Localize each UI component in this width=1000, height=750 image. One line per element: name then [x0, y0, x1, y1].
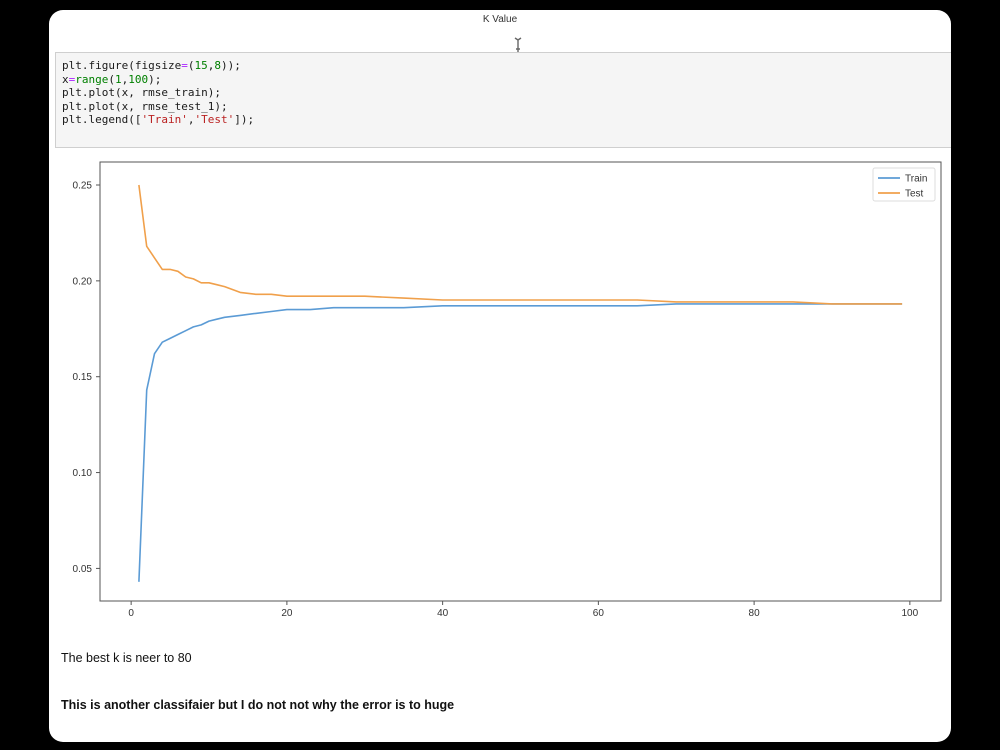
code-line: plt.figure(figsize=(15,8));: [62, 59, 241, 72]
legend-label-train: Train: [905, 174, 927, 185]
x-tick-label: 80: [749, 608, 761, 619]
k-value-label: K Value: [482, 14, 518, 25]
notebook-window: K Value plt.figure(figsize=(15,8)); x=ra…: [49, 10, 951, 742]
y-tick-label: 0.20: [73, 276, 93, 287]
x-tick-label: 20: [281, 608, 293, 619]
code-line: plt.plot(x, rmse_train);: [62, 86, 221, 100]
code-editor[interactable]: plt.figure(figsize=(15,8)); x=range(1,10…: [56, 53, 951, 127]
code-cell[interactable]: plt.figure(figsize=(15,8)); x=range(1,10…: [55, 52, 951, 148]
x-tick-label: 100: [902, 608, 919, 619]
code-line: x=range(1,100);: [62, 72, 162, 86]
x-tick-label: 60: [593, 608, 605, 619]
legend-label-test: Test: [905, 189, 924, 200]
x-tick-label: 40: [437, 608, 449, 619]
rmse-line-chart: 0 20 40 60 80 100 0.05 0.10 0.15 0.20 0.25 Train Tes…: [73, 161, 942, 619]
y-tick-label: 0.25: [73, 181, 93, 192]
y-tick-label: 0.10: [73, 468, 93, 479]
plot-area: [99, 161, 942, 602]
code-line: plt.plot(x, rmse_test_1);: [62, 99, 228, 113]
code-line: plt.legend(['Train','Test']);: [62, 113, 255, 127]
y-tick-label: 0.15: [73, 372, 93, 383]
x-tick-label: 0: [128, 608, 134, 619]
y-tick-label: 0.05: [73, 564, 93, 575]
markdown-text-best-k: The best k is neer to 80: [61, 651, 192, 665]
markdown-text-classifier-note: This is another classifaier but I do not…: [61, 698, 455, 712]
